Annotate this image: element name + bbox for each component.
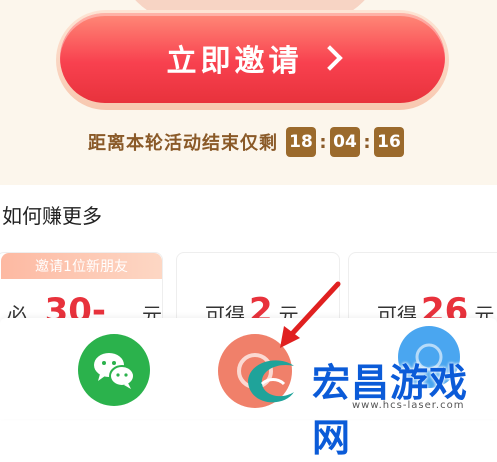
watermark-logo	[248, 360, 294, 403]
watermark-url: www.hcs-laser.com	[352, 400, 465, 411]
